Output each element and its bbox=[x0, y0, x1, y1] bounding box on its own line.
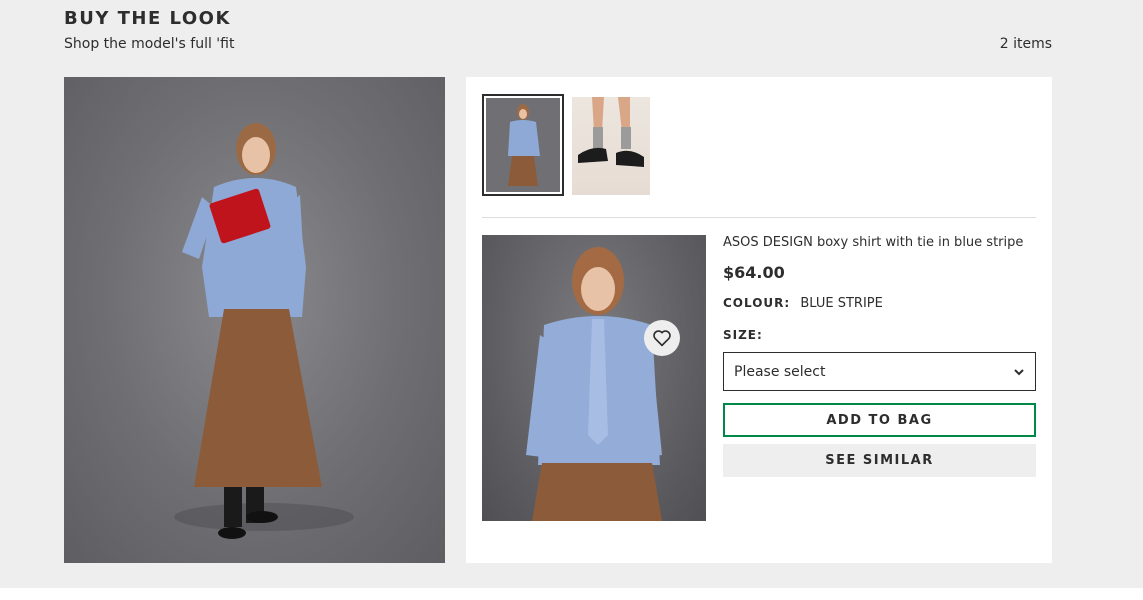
model-illustration bbox=[174, 123, 354, 539]
page-footer-band bbox=[0, 588, 1143, 600]
colour-label: COLOUR: bbox=[723, 296, 791, 310]
item-count: 2 items bbox=[999, 36, 1052, 52]
shoes-thumbnail[interactable] bbox=[572, 97, 650, 195]
shirt-thumbnail-illustration bbox=[508, 104, 540, 186]
model-image bbox=[64, 77, 445, 563]
size-select[interactable]: Please select bbox=[723, 352, 1036, 391]
add-to-bag-button[interactable]: ADD TO BAG bbox=[723, 403, 1036, 437]
section-title: BUY THE LOOK bbox=[64, 8, 231, 29]
size-select-value: Please select bbox=[734, 363, 826, 380]
product-image[interactable] bbox=[482, 235, 706, 521]
product-illustration bbox=[526, 247, 662, 521]
divider bbox=[482, 217, 1036, 218]
product-name[interactable]: ASOS DESIGN boxy shirt with tie in blue … bbox=[723, 235, 1023, 250]
heart-icon bbox=[653, 330, 671, 347]
section-subtitle: Shop the model's full 'fit bbox=[64, 36, 235, 52]
size-label: SIZE: bbox=[723, 328, 763, 342]
wishlist-button[interactable] bbox=[644, 320, 680, 356]
see-similar-button[interactable]: SEE SIMILAR bbox=[723, 444, 1036, 477]
shirt-thumbnail[interactable] bbox=[482, 94, 564, 196]
colour-row: COLOUR: BLUE STRIPE bbox=[723, 296, 883, 311]
product-price: $64.00 bbox=[723, 263, 785, 282]
colour-value: BLUE STRIPE bbox=[800, 296, 883, 311]
shoes-thumbnail-illustration bbox=[578, 97, 644, 167]
chevron-down-icon bbox=[1014, 368, 1024, 375]
product-panel: ASOS DESIGN boxy shirt with tie in blue … bbox=[466, 77, 1052, 563]
